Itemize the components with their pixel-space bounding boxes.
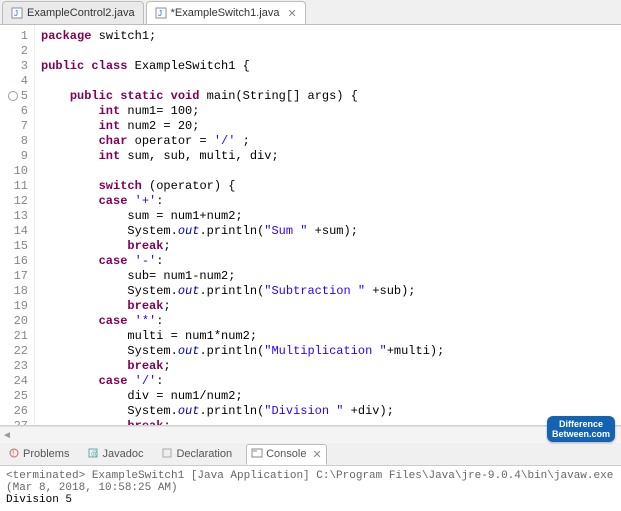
code-editor[interactable]: 1 2 3 4 5 6 7 8 9 10 11 12 13 14 15 16 1…: [0, 25, 621, 426]
tab-exampleswitch1[interactable]: J *ExampleSwitch1.java ✕: [146, 1, 306, 24]
console-header: <terminated> ExampleSwitch1 [Java Applic…: [6, 470, 615, 494]
line-number: 21: [0, 329, 28, 344]
line-number: 18: [0, 284, 28, 299]
line-number: 14: [0, 224, 28, 239]
line-number: 11: [0, 179, 28, 194]
bottom-tabs: ! Problems @ Javadoc Declaration Console…: [0, 443, 621, 466]
svg-text:J: J: [14, 9, 18, 18]
tab-label: Console: [266, 448, 306, 460]
line-number: 15: [0, 239, 28, 254]
line-number: 23: [0, 359, 28, 374]
line-number: 17: [0, 269, 28, 284]
badge-line2: Between.com: [552, 429, 610, 439]
tab-label: *ExampleSwitch1.java: [171, 7, 280, 19]
tab-javadoc[interactable]: @ Javadoc: [83, 445, 147, 464]
line-number: 5: [0, 89, 28, 104]
tab-problems[interactable]: ! Problems: [4, 445, 73, 464]
watermark-badge: Difference Between.com: [547, 416, 615, 442]
tab-label: Javadoc: [102, 448, 143, 460]
line-gutter: 1 2 3 4 5 6 7 8 9 10 11 12 13 14 15 16 1…: [0, 25, 35, 425]
console-view: <terminated> ExampleSwitch1 [Java Applic…: [0, 466, 621, 510]
line-number: 25: [0, 389, 28, 404]
close-icon[interactable]: ✕: [287, 7, 296, 20]
tab-declaration[interactable]: Declaration: [157, 445, 236, 464]
tab-label: Problems: [23, 448, 69, 460]
line-number: 10: [0, 164, 28, 179]
line-number: 4: [0, 74, 28, 89]
close-icon[interactable]: ✕: [312, 448, 321, 461]
declaration-icon: [161, 447, 173, 462]
java-file-icon: J: [155, 7, 167, 19]
tab-label: ExampleControl2.java: [27, 7, 135, 19]
line-number: 12: [0, 194, 28, 209]
line-number: 26: [0, 404, 28, 419]
line-number: 1: [0, 29, 28, 44]
scroll-left-icon[interactable]: ◄: [0, 430, 14, 441]
line-number: 24: [0, 374, 28, 389]
line-number: 8: [0, 134, 28, 149]
tab-console[interactable]: Console ✕: [246, 444, 327, 465]
line-number: 22: [0, 344, 28, 359]
line-number: 16: [0, 254, 28, 269]
javadoc-icon: @: [87, 447, 99, 462]
horizontal-scrollbar[interactable]: ◄: [0, 426, 621, 443]
line-number: 3: [0, 59, 28, 74]
editor-tabs: J ExampleControl2.java J *ExampleSwitch1…: [0, 0, 621, 25]
line-number: 19: [0, 299, 28, 314]
java-file-icon: J: [11, 7, 23, 19]
line-number: 13: [0, 209, 28, 224]
tab-examplecontrol2[interactable]: J ExampleControl2.java: [2, 1, 144, 24]
console-icon: [251, 447, 263, 462]
line-number: 6: [0, 104, 28, 119]
code-area[interactable]: package switch1; public class ExampleSwi…: [35, 25, 621, 425]
svg-text:!: !: [12, 449, 14, 458]
problems-icon: !: [8, 447, 20, 462]
line-number: 9: [0, 149, 28, 164]
svg-text:J: J: [158, 9, 162, 18]
console-output: Division 5: [6, 494, 615, 506]
tab-label: Declaration: [176, 448, 232, 460]
line-number: 7: [0, 119, 28, 134]
line-number: 20: [0, 314, 28, 329]
svg-text:@: @: [91, 451, 98, 458]
line-number: 2: [0, 44, 28, 59]
badge-line1: Difference: [552, 419, 610, 429]
line-number: 27: [0, 419, 28, 426]
